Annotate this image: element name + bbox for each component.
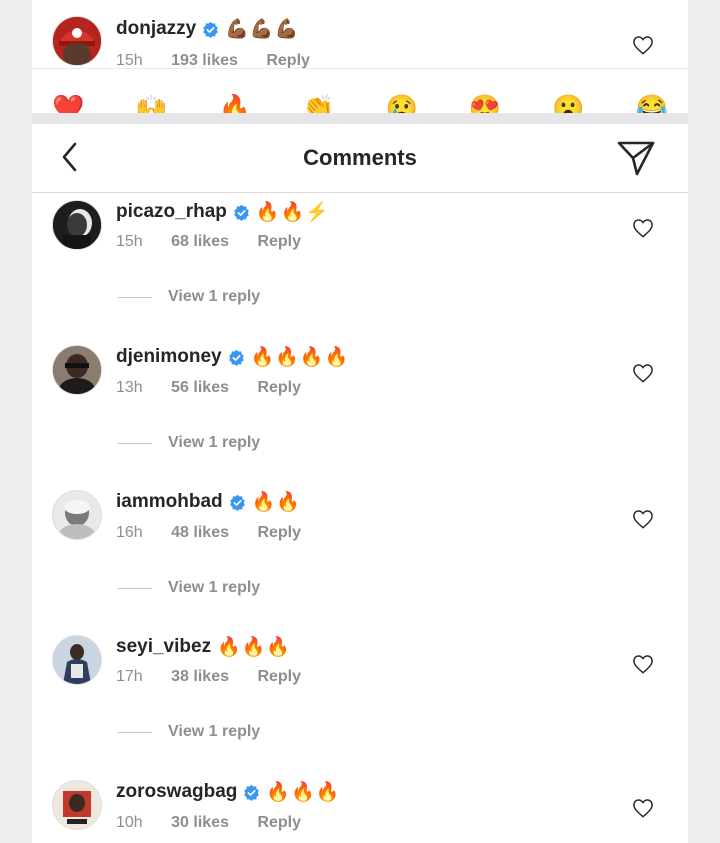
comment-text: 🔥🔥⚡ <box>255 202 330 223</box>
view-replies-label: View 1 reply <box>168 723 261 740</box>
username[interactable]: seyi_vibez <box>116 636 211 658</box>
comment-text: 🔥🔥 <box>251 492 301 513</box>
previous-comment-card: donjazzy 💪🏾💪🏾💪🏾 15h 193 likes Reply ❤️ 🙌… <box>32 0 688 113</box>
avatar[interactable] <box>52 780 102 830</box>
comment-text: 🔥🔥🔥🔥 <box>250 347 350 368</box>
likes-count[interactable]: 56 likes <box>171 379 229 396</box>
divider <box>118 731 152 733</box>
comment-header: picazo_rhap 🔥🔥⚡ <box>116 200 330 224</box>
comment-text: 🔥🔥🔥 <box>217 637 292 658</box>
likes-count[interactable]: 38 likes <box>171 668 229 685</box>
send-icon[interactable] <box>616 138 656 178</box>
reply-button[interactable]: Reply <box>257 814 301 831</box>
avatar[interactable] <box>52 635 102 685</box>
view-replies-label: View 1 reply <box>168 434 261 451</box>
like-heart-icon[interactable] <box>632 218 654 238</box>
comment-meta: 15h 68 likes Reply <box>116 233 325 251</box>
avatar[interactable] <box>52 200 102 250</box>
view-replies-button[interactable]: View 1 reply <box>118 723 260 741</box>
likes-count[interactable]: 68 likes <box>171 233 229 250</box>
verified-badge-icon <box>229 494 245 511</box>
like-heart-icon[interactable] <box>632 363 654 383</box>
username[interactable]: picazo_rhap <box>116 201 227 223</box>
divider <box>118 442 152 444</box>
page-title: Comments <box>303 145 417 170</box>
divider <box>118 587 152 589</box>
emoji-surprised[interactable]: 😮 <box>552 88 584 113</box>
like-heart-icon[interactable] <box>632 509 654 529</box>
divider <box>118 296 152 298</box>
comment-header: iammohbad 🔥🔥 <box>116 490 301 514</box>
separator-strip <box>32 113 688 124</box>
verified-badge-icon <box>244 784 260 801</box>
avatar[interactable] <box>52 345 102 395</box>
emoji-laugh[interactable]: 😂 <box>636 88 668 113</box>
likes-count[interactable]: 193 likes <box>171 52 238 69</box>
comment-meta: 17h 38 likes Reply <box>116 668 325 686</box>
likes-count[interactable]: 30 likes <box>171 814 229 831</box>
comment-meta: 13h 56 likes Reply <box>116 379 325 397</box>
comment-meta: 10h 30 likes Reply <box>116 814 325 832</box>
reply-button[interactable]: Reply <box>257 233 301 250</box>
reply-button[interactable]: Reply <box>257 524 301 541</box>
username[interactable]: donjazzy <box>116 18 196 40</box>
comments-header: Comments <box>32 124 688 193</box>
emoji-cry[interactable]: 😢 <box>386 88 418 113</box>
comment-text: 💪🏾💪🏾💪🏾 <box>225 19 300 40</box>
comment-time: 16h <box>116 524 143 541</box>
emoji-clap[interactable]: 👏 <box>302 88 334 113</box>
like-heart-icon[interactable] <box>632 654 654 674</box>
comment-header: djenimoney 🔥🔥🔥🔥 <box>116 345 349 369</box>
comment-time: 17h <box>116 668 143 685</box>
like-heart-icon[interactable] <box>632 35 654 55</box>
comment-header: zoroswagbag 🔥🔥🔥 <box>116 780 340 804</box>
comment-text: 🔥🔥🔥 <box>266 782 341 803</box>
comment-header: donjazzy 💪🏾💪🏾💪🏾 <box>116 17 299 41</box>
emoji-fire[interactable]: 🔥 <box>219 88 251 113</box>
emoji-raised-hands[interactable]: 🙌 <box>135 88 167 113</box>
comment-time: 13h <box>116 379 143 396</box>
reply-button[interactable]: Reply <box>257 668 301 685</box>
emoji-heart-eyes[interactable]: 😍 <box>469 88 501 113</box>
emoji-reaction-bar: ❤️ 🙌 🔥 👏 😢 😍 😮 😂 <box>52 88 668 113</box>
comment-header: seyi_vibez 🔥🔥🔥 <box>116 635 291 659</box>
view-replies-label: View 1 reply <box>168 579 261 596</box>
view-replies-button[interactable]: View 1 reply <box>118 434 260 452</box>
reply-button[interactable]: Reply <box>266 52 310 69</box>
comment-time: 15h <box>116 233 143 250</box>
like-heart-icon[interactable] <box>632 798 654 818</box>
view-replies-button[interactable]: View 1 reply <box>118 579 260 597</box>
comment-time: 15h <box>116 52 143 69</box>
username[interactable]: zoroswagbag <box>116 781 237 803</box>
view-replies-button[interactable]: View 1 reply <box>118 288 260 306</box>
comments-panel: Comments picazo_rhap 🔥🔥⚡ 15h 68 likes Re… <box>32 124 688 843</box>
divider <box>32 68 688 69</box>
reply-button[interactable]: Reply <box>257 379 301 396</box>
username[interactable]: iammohbad <box>116 491 223 513</box>
comment-time: 10h <box>116 814 143 831</box>
verified-badge-icon <box>234 204 249 221</box>
view-replies-label: View 1 reply <box>168 288 261 305</box>
verified-badge-icon <box>203 21 219 38</box>
username[interactable]: djenimoney <box>116 346 222 368</box>
likes-count[interactable]: 48 likes <box>171 524 229 541</box>
avatar[interactable] <box>52 490 102 540</box>
comment-meta: 16h 48 likes Reply <box>116 524 325 542</box>
avatar[interactable] <box>52 16 102 66</box>
emoji-heart[interactable]: ❤️ <box>52 88 84 113</box>
verified-badge-icon <box>228 349 244 366</box>
